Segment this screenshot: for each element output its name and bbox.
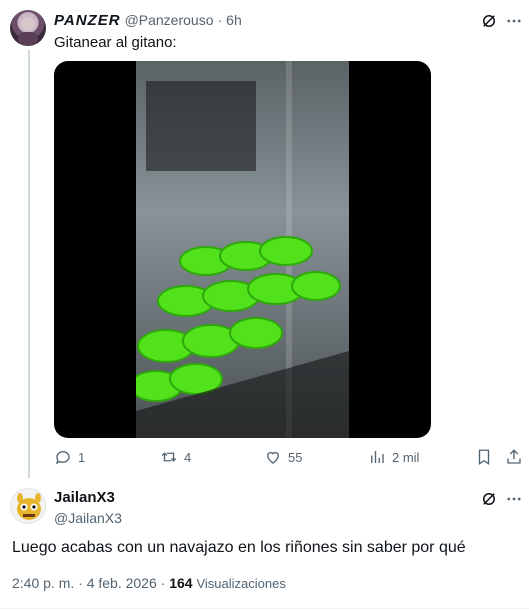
avatar[interactable] bbox=[10, 10, 46, 46]
bookmark-button[interactable] bbox=[475, 448, 493, 466]
reply-icon bbox=[55, 451, 70, 465]
separator: · bbox=[217, 12, 223, 28]
tweet-actions: 1 4 55 2 mil bbox=[54, 448, 524, 470]
views-icon bbox=[371, 451, 384, 463]
avatar-character bbox=[17, 493, 41, 520]
views-count: 2 mil bbox=[392, 449, 420, 465]
retweet-count: 4 bbox=[184, 449, 192, 465]
tweet-header: PANZER @Panzerouso · 6h bbox=[54, 12, 242, 29]
share-icon bbox=[507, 449, 521, 464]
thread-line bbox=[28, 50, 30, 478]
handle[interactable]: @Panzerouso bbox=[125, 12, 214, 28]
views-button[interactable]: 2 mil bbox=[368, 448, 419, 466]
retweet-icon bbox=[161, 452, 177, 462]
avatar-portrait bbox=[18, 17, 38, 46]
avatar[interactable] bbox=[10, 488, 46, 524]
tweet-text: Gitanear al gitano: bbox=[54, 34, 177, 51]
views-label: Visualizaciones bbox=[196, 576, 286, 591]
reply-count: 1 bbox=[78, 449, 86, 465]
retweet-button[interactable]: 4 bbox=[160, 448, 191, 466]
video-thumbnail bbox=[136, 61, 349, 438]
handle[interactable]: @JailanX3 bbox=[54, 510, 122, 526]
tweet-meta: 2:40 p. m. · 4 feb. 2026 · 164 Visualiza… bbox=[12, 575, 286, 591]
media-video[interactable] bbox=[54, 61, 431, 438]
reply-button[interactable]: 1 bbox=[54, 448, 85, 466]
more-icon[interactable] bbox=[505, 12, 523, 30]
display-name[interactable]: JailanX3 bbox=[54, 489, 122, 506]
grok-icon[interactable] bbox=[480, 12, 498, 30]
bookmark-icon bbox=[478, 449, 490, 466]
tweet-header: JailanX3 @JailanX3 bbox=[54, 489, 122, 526]
grok-icon[interactable] bbox=[480, 490, 498, 508]
more-icon[interactable] bbox=[505, 490, 523, 508]
display-name[interactable]: PANZER bbox=[54, 12, 121, 29]
like-count: 55 bbox=[288, 449, 303, 465]
like-icon bbox=[267, 451, 279, 464]
video-frame bbox=[136, 61, 349, 438]
views-count: 164 bbox=[169, 575, 193, 591]
divider bbox=[0, 608, 529, 609]
share-button[interactable] bbox=[505, 448, 523, 466]
timestamp[interactable]: 6h bbox=[226, 12, 242, 28]
timestamp[interactable]: 2:40 p. m. · 4 feb. 2026 · bbox=[12, 575, 165, 591]
like-button[interactable]: 55 bbox=[264, 448, 302, 466]
tweet-text: Luego acabas con un navajazo en los riño… bbox=[12, 539, 466, 556]
